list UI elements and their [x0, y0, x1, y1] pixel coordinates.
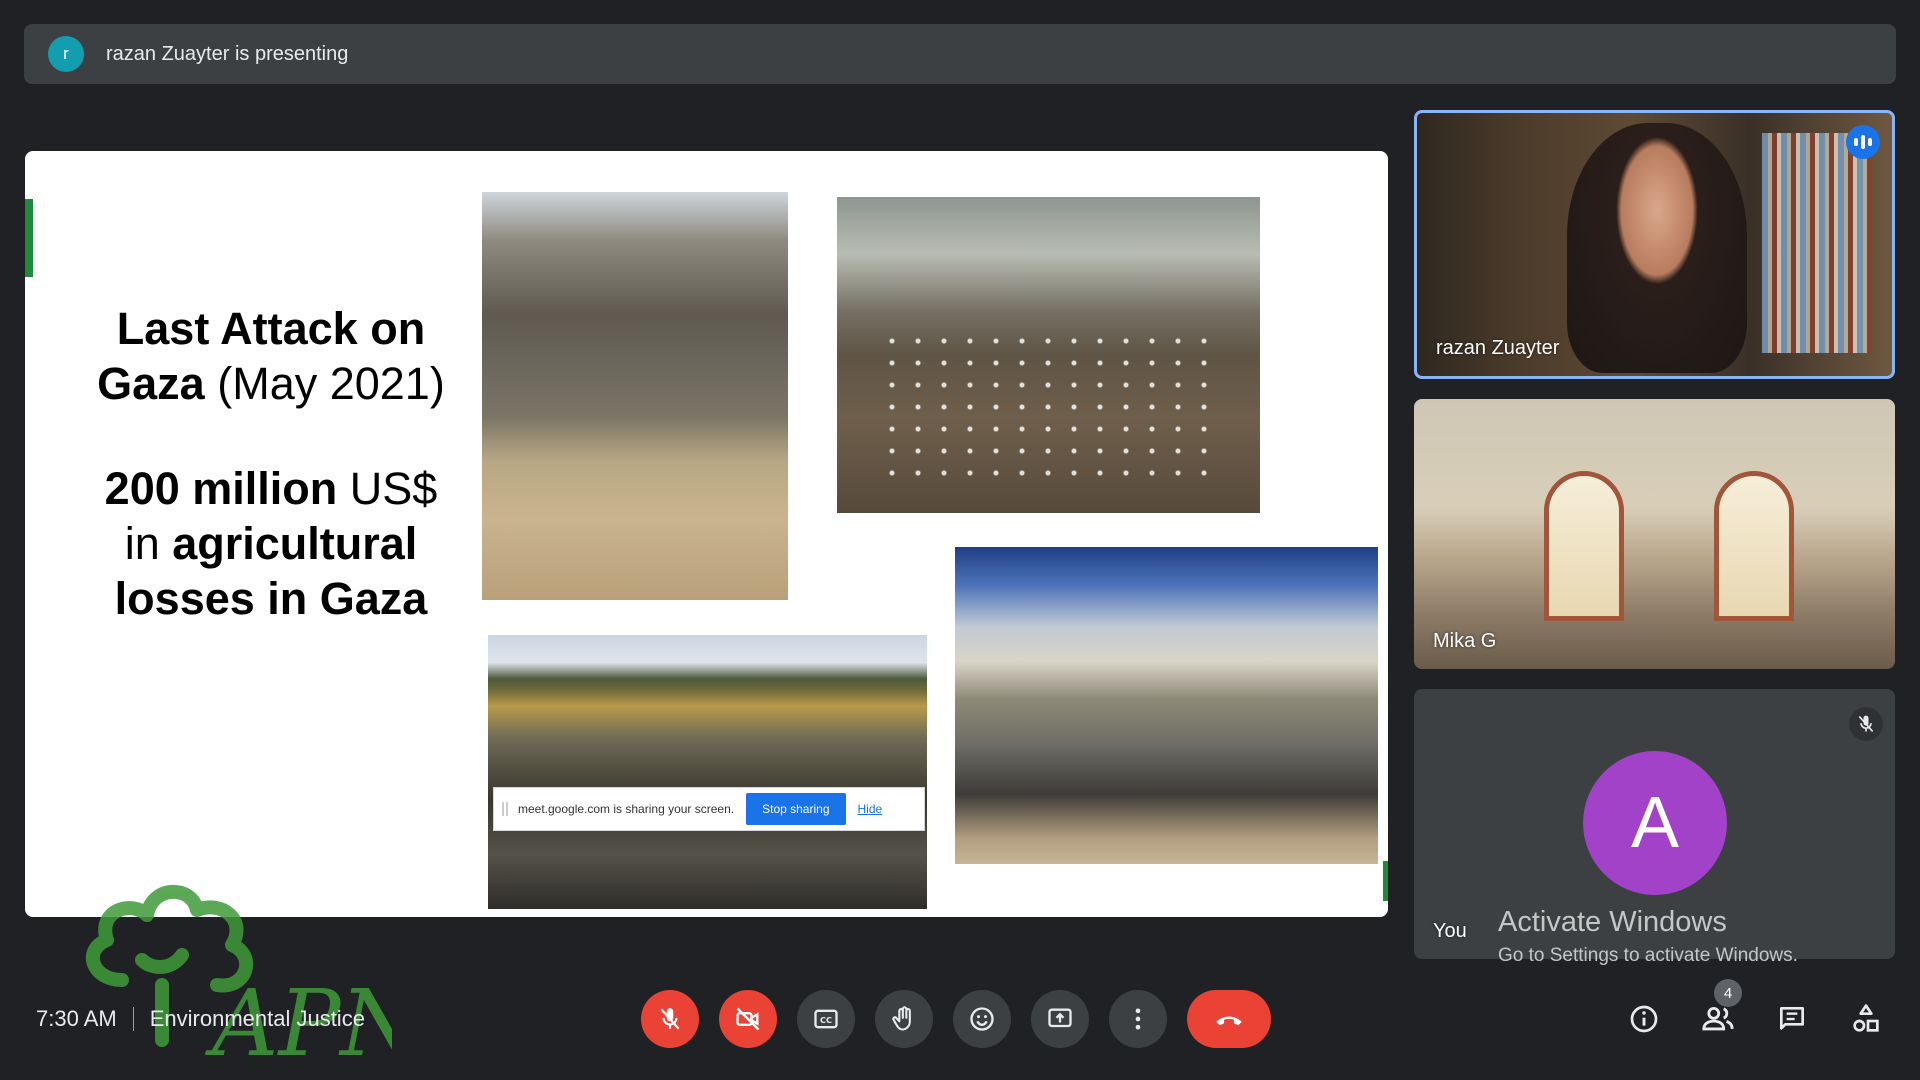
- captions-button[interactable]: CC: [797, 990, 855, 1048]
- hide-banner-link[interactable]: Hide: [858, 802, 883, 816]
- screen-share-banner: meet.google.com is sharing your screen. …: [493, 787, 925, 831]
- participant-count-badge: 4: [1714, 979, 1742, 1007]
- meeting-title[interactable]: Environmental Justice: [150, 1006, 365, 1032]
- room-window: [1544, 471, 1624, 621]
- emoji-icon: [970, 1007, 994, 1031]
- slide-photo-damaged-pond: [955, 547, 1378, 864]
- slide-accent-bar: [25, 199, 33, 277]
- present-now-button[interactable]: [1031, 990, 1089, 1048]
- clock-time: 7:30 AM: [36, 1006, 117, 1031]
- mic-toggle-button[interactable]: [641, 990, 699, 1048]
- slide-photo-dead-bees: [482, 192, 788, 600]
- self-avatar: A: [1583, 751, 1727, 895]
- meeting-details-button[interactable]: [1620, 995, 1668, 1043]
- participant-name: Mika G: [1433, 630, 1497, 652]
- presenting-text: razan Zuayter is presenting: [106, 42, 349, 65]
- participant-tile-mika[interactable]: Mika G: [1414, 399, 1895, 669]
- share-banner-text: meet.google.com is sharing your screen.: [518, 802, 735, 816]
- chat-button[interactable]: [1768, 995, 1816, 1043]
- svg-text:CC: CC: [820, 1015, 832, 1025]
- background-bookshelf: [1762, 133, 1872, 353]
- mic-muted-icon: [1849, 707, 1883, 741]
- presenter-avatar: r: [48, 36, 84, 72]
- people-button[interactable]: 4: [1694, 979, 1742, 1043]
- speaking-indicator-icon: [1846, 125, 1880, 159]
- drag-handle-icon[interactable]: [502, 802, 508, 816]
- more-options-button[interactable]: [1109, 990, 1167, 1048]
- slide-photo-burnt-field: [488, 635, 927, 909]
- raise-hand-button[interactable]: [875, 990, 933, 1048]
- meeting-info: 7:30 AM Environmental Justice: [36, 1006, 365, 1032]
- chat-icon: [1780, 1007, 1804, 1030]
- participant-name: razan Zuayter: [1436, 337, 1560, 359]
- leave-call-button[interactable]: [1187, 990, 1271, 1048]
- participant-video: [1567, 123, 1747, 373]
- slide-photo-poultry-farm: [837, 197, 1260, 513]
- reactions-button[interactable]: [953, 990, 1011, 1048]
- camera-off-icon: [736, 1007, 760, 1031]
- mic-off-icon: [660, 1008, 680, 1030]
- activities-shapes-icon: [1853, 1004, 1879, 1032]
- divider: [132, 1007, 134, 1031]
- participant-tile-presenter[interactable]: razan Zuayter: [1414, 110, 1895, 379]
- room-window: [1714, 471, 1794, 621]
- more-vertical-icon: [1135, 1008, 1141, 1030]
- call-controls: CC: [641, 990, 1271, 1048]
- apn-tree-logo-icon: APN: [85, 884, 392, 1070]
- presentation-slide: Last Attack on Gaza (May 2021) 200 milli…: [25, 151, 1388, 917]
- stop-sharing-button[interactable]: Stop sharing: [746, 793, 846, 825]
- windows-activation-watermark: Activate Windows Go to Settings to activ…: [1498, 906, 1798, 966]
- info-icon: [1630, 1005, 1658, 1033]
- present-screen-icon: [1048, 1008, 1072, 1028]
- side-controls: 4: [1620, 979, 1890, 1043]
- hand-icon: [892, 1006, 911, 1031]
- participant-name: You: [1433, 920, 1467, 942]
- camera-toggle-button[interactable]: [719, 990, 777, 1048]
- activities-button[interactable]: [1842, 995, 1890, 1043]
- slide-accent-bar-bottom: [1383, 861, 1388, 901]
- presenting-bar: r razan Zuayter is presenting: [24, 24, 1896, 84]
- closed-captions-icon: CC: [814, 1009, 838, 1029]
- slide-headline: Last Attack on Gaza (May 2021) 200 milli…: [97, 303, 445, 624]
- people-icon: [1702, 1006, 1734, 1031]
- hang-up-icon: [1216, 1016, 1242, 1026]
